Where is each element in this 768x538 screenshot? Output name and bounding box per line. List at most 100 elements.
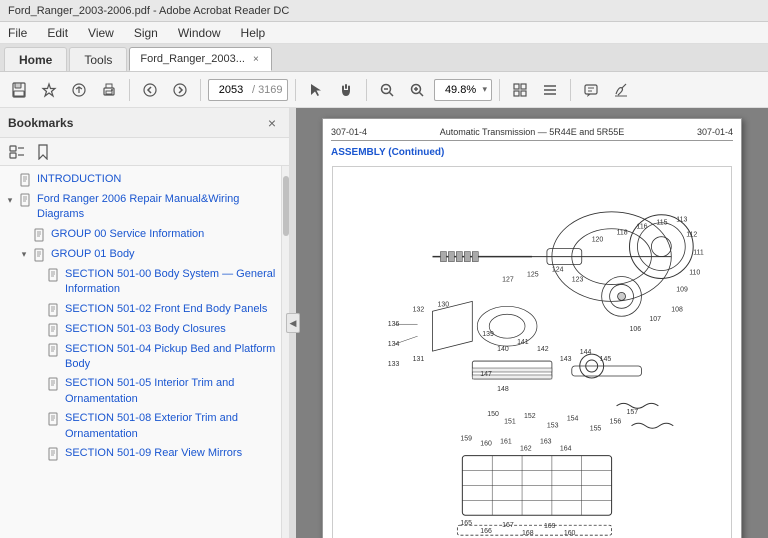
bookmark-icon <box>46 376 62 392</box>
pdf-header-right: 307-01-4 <box>697 127 733 137</box>
menu-edit[interactable]: Edit <box>43 24 72 42</box>
sidebar-bookmark-button[interactable] <box>32 141 54 163</box>
bookmark-label: SECTION 501-05 Interior Trim and Ornamen… <box>65 376 277 407</box>
pdf-assembly-title: ASSEMBLY (Continued) <box>331 147 444 158</box>
resize-handle[interactable]: ◀ <box>290 108 296 538</box>
bookmark-item[interactable]: SECTION 501-08 Exterior Trim and Ornamen… <box>0 409 281 444</box>
bookmark-toggle[interactable] <box>32 411 44 427</box>
svg-text:106: 106 <box>630 326 642 333</box>
pdf-area[interactable]: 307-01-4 Automatic Transmission — 5R44E … <box>296 108 768 538</box>
svg-text:163: 163 <box>540 439 552 446</box>
svg-text:142: 142 <box>537 346 549 353</box>
bookmark-item[interactable]: ▾ Ford Ranger 2006 Repair Manual&Wiring D… <box>0 190 281 225</box>
tab-close-button[interactable]: × <box>251 53 261 66</box>
svg-text:127: 127 <box>502 276 514 283</box>
svg-text:134: 134 <box>388 341 400 348</box>
menu-tools-button[interactable] <box>537 77 563 103</box>
zoom-dropdown-icon[interactable]: ▾ <box>483 84 488 95</box>
bookmark-icon <box>46 342 62 358</box>
zoom-input[interactable] <box>439 84 483 96</box>
toolbar-sep-3 <box>295 79 296 101</box>
bookmark-toggle[interactable] <box>32 446 44 462</box>
bookmark-toggle[interactable] <box>32 322 44 338</box>
toolbar-sep-1 <box>129 79 130 101</box>
svg-text:133: 133 <box>388 361 400 368</box>
tab-doc[interactable]: Ford_Ranger_2003... × <box>129 47 271 71</box>
bookmark-toggle[interactable] <box>32 267 44 283</box>
bookmark-item[interactable]: SECTION 501-05 Interior Trim and Ornamen… <box>0 374 281 409</box>
bookmark-tree[interactable]: INTRODUCTION ▾ Ford Ranger 2006 Repair Man… <box>0 166 281 538</box>
svg-text:109: 109 <box>676 286 688 293</box>
menu-sign[interactable]: Sign <box>130 24 162 42</box>
sidebar-toolbar <box>0 138 289 166</box>
pdf-diagram: 136 134 133 132 131 130 127 125 124 123 … <box>332 166 732 538</box>
bookmark-label: SECTION 501-00 Body System — General Inf… <box>65 267 277 298</box>
zoom-out-button[interactable] <box>374 77 400 103</box>
bookmark-item[interactable]: SECTION 501-02 Front End Body Panels <box>0 300 281 320</box>
sidebar-scrollbar-thumb[interactable] <box>283 176 289 236</box>
svg-text:143: 143 <box>560 356 572 363</box>
pdf-header-center: Automatic Transmission — 5R44E and 5R55E <box>440 127 625 137</box>
svg-text:168: 168 <box>522 530 534 537</box>
bookmark-item[interactable]: SECTION 501-00 Body System — General Inf… <box>0 265 281 300</box>
toolbar-sep-4 <box>366 79 367 101</box>
upload-button[interactable] <box>66 77 92 103</box>
pan-tool-button[interactable] <box>333 77 359 103</box>
page-number-input[interactable] <box>213 84 249 96</box>
tab-tools[interactable]: Tools <box>69 47 127 71</box>
bookmark-item[interactable]: SECTION 501-09 Rear View Mirrors <box>0 444 281 464</box>
tab-home[interactable]: Home <box>4 47 67 71</box>
svg-text:161: 161 <box>500 439 512 446</box>
bookmark-item[interactable]: SECTION 501-03 Body Closures <box>0 320 281 340</box>
comment-button[interactable] <box>578 77 604 103</box>
bookmark-toggle[interactable] <box>18 227 30 243</box>
bookmark-toggle[interactable]: ▾ <box>4 192 16 208</box>
zoom-in-button[interactable] <box>404 77 430 103</box>
bookmark-label: Ford Ranger 2006 Repair Manual&Wiring Di… <box>37 192 277 223</box>
save-button[interactable] <box>6 77 32 103</box>
prev-page-button[interactable] <box>137 77 163 103</box>
svg-text:118: 118 <box>617 230 628 237</box>
sidebar-options-button[interactable] <box>6 141 28 163</box>
svg-text:139: 139 <box>482 331 494 338</box>
sidebar-scrollbar[interactable] <box>281 166 289 538</box>
svg-text:110: 110 <box>689 269 700 276</box>
toolbar-sep-2 <box>200 79 201 101</box>
bookmark-icon <box>32 247 48 263</box>
bookmark-item[interactable]: INTRODUCTION <box>0 170 281 190</box>
collapse-sidebar-button[interactable]: ◀ <box>286 313 300 333</box>
sign-button[interactable] <box>608 77 634 103</box>
menu-view[interactable]: View <box>84 24 118 42</box>
menu-help[interactable]: Help <box>237 24 270 42</box>
bookmark-toggle[interactable] <box>32 342 44 358</box>
cursor-tool-button[interactable] <box>303 77 329 103</box>
bookmark-item[interactable]: GROUP 00 Service Information <box>0 225 281 245</box>
svg-text:164: 164 <box>560 446 572 453</box>
sidebar: Bookmarks × INTRODUCTION ▾ Ford Ranger 200… <box>0 108 290 538</box>
bookmark-star-button[interactable] <box>36 77 62 103</box>
bookmark-toggle[interactable] <box>32 376 44 392</box>
sidebar-close-button[interactable]: × <box>263 114 281 132</box>
svg-text:166: 166 <box>480 528 492 535</box>
bookmark-icon <box>46 446 62 462</box>
fit-page-button[interactable] <box>507 77 533 103</box>
bookmark-item[interactable]: SECTION 501-04 Pickup Bed and Platform B… <box>0 340 281 375</box>
bookmark-item[interactable]: ▾GROUP 01 Body <box>0 245 281 265</box>
next-page-button[interactable] <box>167 77 193 103</box>
svg-text:144: 144 <box>580 349 592 356</box>
print-button[interactable] <box>96 77 122 103</box>
svg-text:162: 162 <box>520 446 532 453</box>
bookmark-icon <box>46 411 62 427</box>
pdf-content: ASSEMBLY (Continued) <box>331 147 733 538</box>
bookmark-icon <box>46 267 62 283</box>
svg-text:160: 160 <box>480 441 492 448</box>
menu-file[interactable]: File <box>4 24 31 42</box>
menu-window[interactable]: Window <box>174 24 225 42</box>
bookmark-toggle[interactable] <box>4 172 16 188</box>
sidebar-header: Bookmarks × <box>0 108 289 138</box>
svg-text:140: 140 <box>497 346 509 353</box>
bookmark-toggle[interactable] <box>32 302 44 318</box>
bookmark-toggle[interactable]: ▾ <box>18 247 30 263</box>
title-bar-text: Ford_Ranger_2003-2006.pdf - Adobe Acroba… <box>8 5 289 17</box>
toolbar-sep-5 <box>499 79 500 101</box>
